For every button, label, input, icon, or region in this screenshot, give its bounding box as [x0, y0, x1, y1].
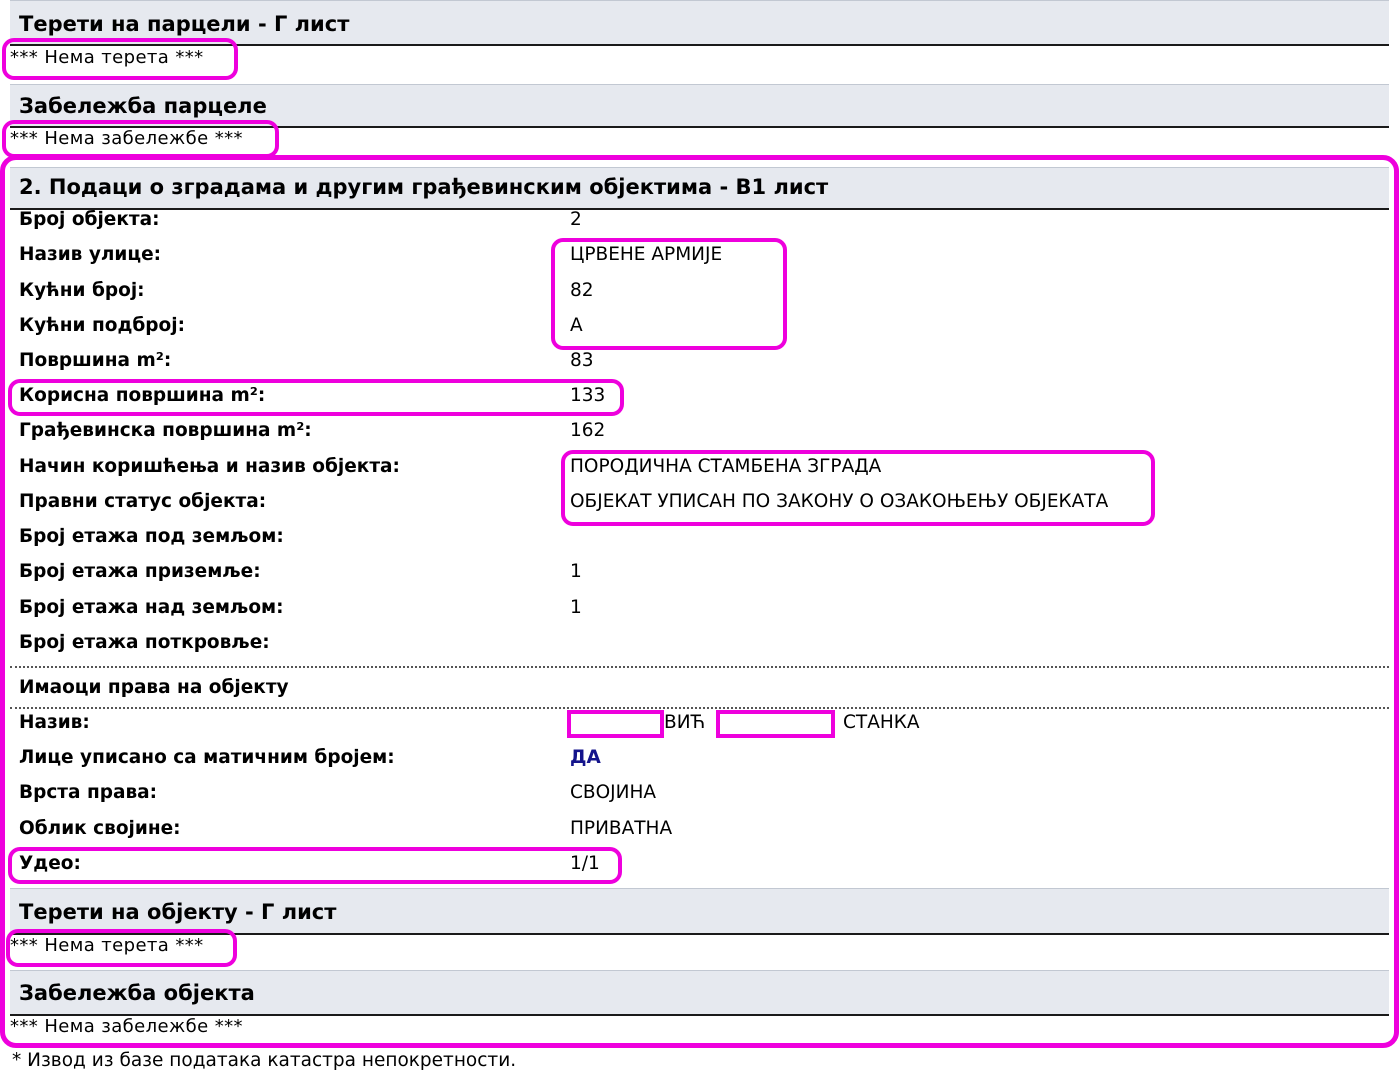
right-type-value: СВОЈИНА [570, 782, 657, 803]
owner-name-label: Назив: [19, 712, 90, 733]
usable-area-label: Корисна површина m²: [19, 385, 266, 406]
floors-above-label: Број етажа над земљом: [19, 597, 284, 618]
street-name-label: Назив улице: [19, 244, 162, 265]
owner-name-part2: СТАНКА [843, 712, 920, 733]
area-value: 83 [570, 350, 594, 371]
owners-title: Имаоци права на објекту [19, 677, 289, 698]
parcel-notes-header: Забележба парцеле [10, 84, 1389, 128]
parcel-burdens-header: Терети на парцели - Г лист [10, 0, 1389, 46]
building-notes-header: Забележба објекта [10, 970, 1389, 1016]
area-label: Површина m²: [19, 350, 172, 371]
building-burdens-header: Терети на објекту - Г лист [10, 888, 1389, 935]
floors-attic-label: Број етажа поткровље: [19, 632, 270, 653]
parcel-burdens-title: Терети на парцели - Г лист [19, 12, 350, 36]
building-number-value: 2 [570, 209, 582, 230]
construction-area-label: Грађевинска површина m²: [19, 420, 312, 441]
ownership-form-value: ПРИВАТНА [570, 818, 673, 839]
parcel-burdens-empty: *** Нема терета *** [10, 47, 204, 68]
legal-status-value: ОБЈЕКАТ УПИСАН ПО ЗАКОНУ О ОЗАКОЊЕЊУ ОБЈ… [570, 491, 1109, 512]
floors-ground-value: 1 [570, 561, 582, 582]
building-burdens-empty: *** Нема терета *** [10, 935, 204, 956]
building-notes-title: Забележба објекта [19, 981, 255, 1005]
separator [10, 707, 1389, 709]
street-name-value: ЦРВЕНЕ АРМИЈЕ [570, 244, 723, 265]
building-burdens-title: Терети на објекту - Г лист [19, 900, 337, 924]
legal-status-label: Правни статус објекта: [19, 491, 267, 512]
registered-with-id-label: Лице уписано са матичним бројем: [19, 747, 395, 768]
owner-name-part1: ВИЋ [664, 712, 706, 733]
construction-area-value: 162 [570, 420, 606, 441]
house-number-label: Кућни број: [19, 280, 145, 301]
redaction-box [716, 710, 835, 738]
house-subnumber-value: А [570, 315, 583, 336]
buildings-section-header: 2. Подаци о зградама и другим грађевинск… [10, 167, 1389, 210]
share-value: 1/1 [570, 853, 600, 874]
right-type-label: Врста права: [19, 782, 158, 803]
parcel-notes-title: Забележба парцеле [19, 94, 267, 118]
redaction-box [567, 710, 664, 738]
registered-with-id-value: ДА [570, 747, 601, 768]
buildings-section-title: 2. Подаци о зградама и другим грађевинск… [19, 175, 829, 199]
footer-note: * Извод из базе података катастра непокр… [12, 1050, 517, 1071]
house-subnumber-label: Кућни подброј: [19, 315, 185, 336]
parcel-notes-empty: *** Нема забележбе *** [10, 128, 243, 149]
floors-above-value: 1 [570, 597, 582, 618]
share-label: Удео: [19, 853, 81, 874]
building-notes-empty: *** Нема забележбе *** [10, 1016, 243, 1037]
ownership-form-label: Облик својине: [19, 818, 181, 839]
house-number-value: 82 [570, 280, 594, 301]
usage-type-value: ПОРОДИЧНА СТАМБЕНА ЗГРАДА [570, 456, 882, 477]
usage-type-label: Начин коришћења и назив објекта: [19, 456, 400, 477]
separator [10, 666, 1389, 668]
floors-underground-label: Број етажа под земљом: [19, 526, 284, 547]
floors-ground-label: Број етажа приземље: [19, 561, 261, 582]
building-number-label: Број објекта: [19, 209, 160, 230]
highlight-box [8, 847, 622, 884]
usable-area-value: 133 [570, 385, 606, 406]
